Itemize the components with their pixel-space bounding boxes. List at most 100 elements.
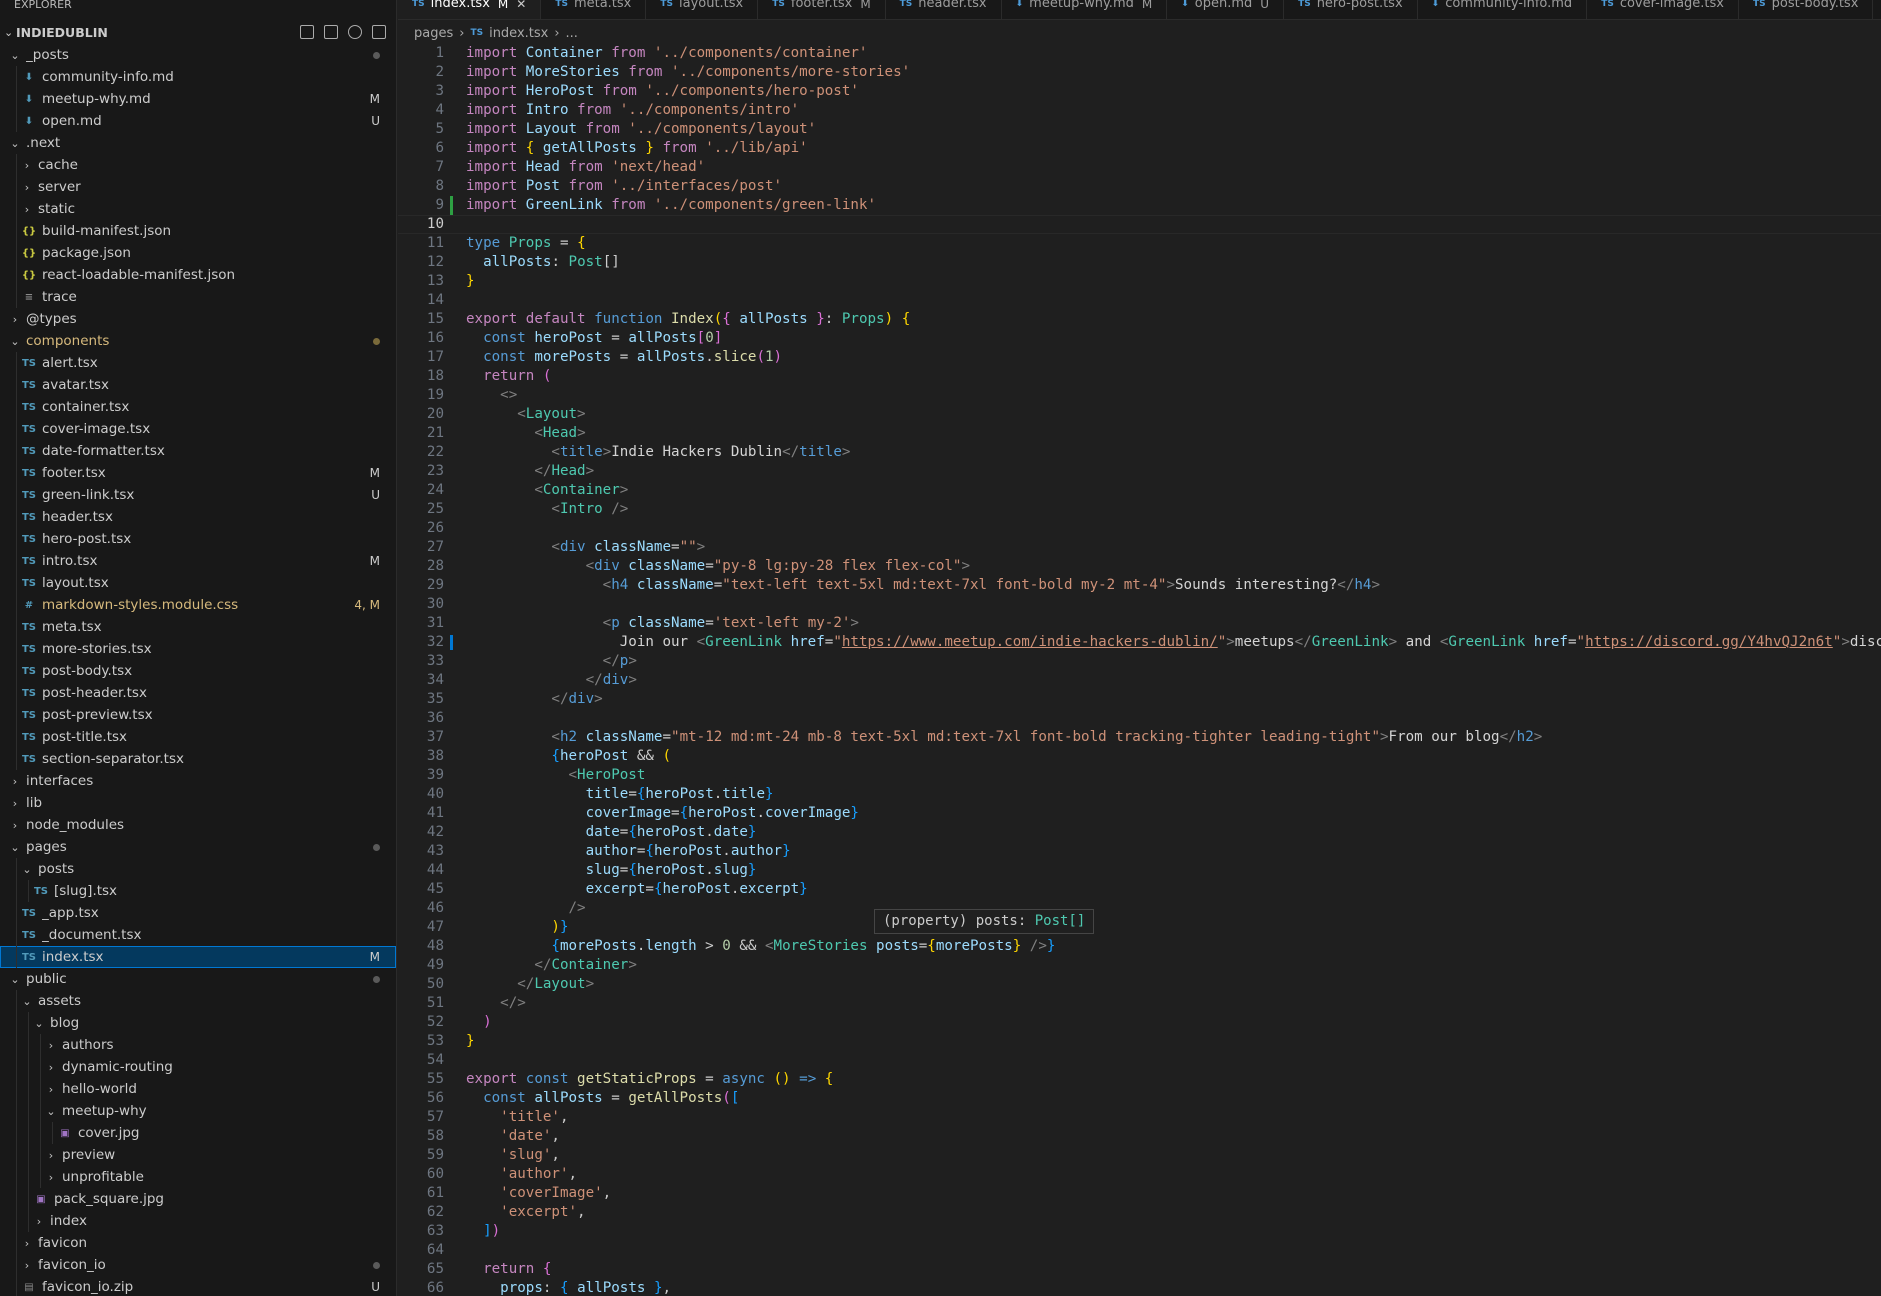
tab-hero-post-tsx[interactable]: TS hero-post.tsx — [1284, 0, 1418, 19]
tree-file[interactable]: TS post-header.tsx — [0, 682, 396, 704]
chevron-right-icon[interactable]: › — [44, 1039, 58, 1052]
tab-open-md[interactable]: ⬇ open.md U — [1167, 0, 1285, 19]
tree-file[interactable]: TS container.tsx — [0, 396, 396, 418]
code-line[interactable]: 52 ) — [398, 1013, 1881, 1032]
tree-file[interactable]: TS more-stories.tsx — [0, 638, 396, 660]
code-line[interactable]: 25 <Intro /> — [398, 500, 1881, 519]
code-line[interactable]: 60 'author', — [398, 1165, 1881, 1184]
tab-layout-tsx[interactable]: TS layout.tsx — [646, 0, 759, 19]
tree-folder[interactable]: › server — [0, 176, 396, 198]
code-line[interactable]: 17 const morePosts = allPosts.slice(1) — [398, 348, 1881, 367]
code-line[interactable]: 16 const heroPost = allPosts[0] — [398, 329, 1881, 348]
code-line[interactable]: 63 ]) — [398, 1222, 1881, 1241]
chevron-right-icon[interactable]: › — [44, 1083, 58, 1096]
code-line[interactable]: 38 {heroPost && ( — [398, 747, 1881, 766]
new-folder-icon[interactable] — [324, 25, 338, 39]
tree-folder[interactable]: › interfaces — [0, 770, 396, 792]
tree-file[interactable]: TS post-preview.tsx — [0, 704, 396, 726]
code-line[interactable]: 50 </Layout> — [398, 975, 1881, 994]
code-line[interactable]: 47 )} — [398, 918, 1881, 937]
tree-file[interactable]: {} package.json — [0, 242, 396, 264]
code-line[interactable]: 18 return ( — [398, 367, 1881, 386]
tree-file[interactable]: TS meta.tsx — [0, 616, 396, 638]
tree-folder[interactable]: ⌄ posts — [0, 858, 396, 880]
code-editor[interactable]: 1 import Container from '../components/co… — [398, 44, 1881, 1296]
tab-meta-tsx[interactable]: TS meta.tsx — [541, 0, 647, 19]
chevron-right-icon[interactable]: › — [32, 1215, 46, 1228]
code-line[interactable]: 11 type Props = { — [398, 234, 1881, 253]
code-line[interactable]: 5 import Layout from '../components/layou… — [398, 120, 1881, 139]
tree-file[interactable]: TS alert.tsx — [0, 352, 396, 374]
code-line[interactable]: 41 coverImage={heroPost.coverImage} — [398, 804, 1881, 823]
tree-file[interactable]: {} react-loadable-manifest.json — [0, 264, 396, 286]
code-line[interactable]: 15 export default function Index({ allPos… — [398, 310, 1881, 329]
tab-post-body-tsx[interactable]: TS post-body.tsx — [1739, 0, 1874, 19]
breadcrumb-more[interactable]: ... — [566, 26, 578, 41]
tree-file[interactable]: TS _app.tsx — [0, 902, 396, 924]
tree-file[interactable]: TS cover-image.tsx — [0, 418, 396, 440]
chevron-down-icon[interactable]: ⌄ — [8, 841, 22, 854]
code-line[interactable]: 48 {morePosts.length > 0 && <MoreStories… — [398, 937, 1881, 956]
project-section-header[interactable]: ⌄ INDIEDUBLIN — [0, 20, 396, 44]
refresh-icon[interactable] — [348, 25, 362, 39]
chevron-right-icon[interactable]: › — [20, 181, 34, 194]
tree-folder[interactable]: › dynamic-routing — [0, 1056, 396, 1078]
chevron-down-icon[interactable]: ⌄ — [20, 995, 34, 1008]
chevron-right-icon[interactable]: › — [44, 1149, 58, 1162]
tree-folder[interactable]: ⌄ pages — [0, 836, 396, 858]
collapse-all-icon[interactable] — [372, 25, 386, 39]
breadcrumb-folder[interactable]: pages — [414, 26, 453, 41]
chevron-down-icon[interactable]: ⌄ — [20, 863, 34, 876]
tree-folder[interactable]: › unprofitable — [0, 1166, 396, 1188]
code-line[interactable]: 66 props: { allPosts }, — [398, 1279, 1881, 1296]
code-line[interactable]: 12 allPosts: Post[] — [398, 253, 1881, 272]
code-line[interactable]: 32 Join our <GreenLink href="https://www… — [398, 633, 1881, 652]
tab-header-tsx[interactable]: TS header.tsx — [886, 0, 1002, 19]
tree-file[interactable]: ▤ favicon_io.zip U — [0, 1276, 396, 1296]
tree-file[interactable]: TS intro.tsx M — [0, 550, 396, 572]
tree-file[interactable]: ≡ trace — [0, 286, 396, 308]
tree-file[interactable]: TS _document.tsx — [0, 924, 396, 946]
code-line[interactable]: 45 excerpt={heroPost.excerpt} — [398, 880, 1881, 899]
code-line[interactable]: 26 — [398, 519, 1881, 538]
tree-folder[interactable]: › hello-world — [0, 1078, 396, 1100]
code-line[interactable]: 3 import HeroPost from '../components/her… — [398, 82, 1881, 101]
code-line[interactable]: 57 'title', — [398, 1108, 1881, 1127]
code-line[interactable]: 8 import Post from '../interfaces/post' — [398, 177, 1881, 196]
chevron-down-icon[interactable]: ⌄ — [8, 973, 22, 986]
code-line[interactable]: 65 return { — [398, 1260, 1881, 1279]
tree-file[interactable]: ▣ cover.jpg — [0, 1122, 396, 1144]
tree-folder[interactable]: › @types — [0, 308, 396, 330]
tree-folder[interactable]: › authors — [0, 1034, 396, 1056]
tree-file[interactable]: # markdown-styles.module.css 4, M — [0, 594, 396, 616]
tree-folder[interactable]: › lib — [0, 792, 396, 814]
tree-folder[interactable]: ⌄ meetup-why — [0, 1100, 396, 1122]
tab-community-info-md[interactable]: ⬇ community-info.md — [1418, 0, 1588, 19]
code-line[interactable]: 7 import Head from 'next/head' — [398, 158, 1881, 177]
code-line[interactable]: 53} — [398, 1032, 1881, 1051]
code-line[interactable]: 35 </div> — [398, 690, 1881, 709]
code-line[interactable]: 62 'excerpt', — [398, 1203, 1881, 1222]
tree-file[interactable]: TS index.tsx M — [0, 946, 396, 968]
new-file-icon[interactable] — [300, 25, 314, 39]
code-line[interactable]: 42 date={heroPost.date} — [398, 823, 1881, 842]
tab-footer-tsx[interactable]: TS footer.tsx M — [758, 0, 886, 19]
tree-folder[interactable]: › preview — [0, 1144, 396, 1166]
tree-folder[interactable]: ⌄ assets — [0, 990, 396, 1012]
code-line[interactable]: 54 — [398, 1051, 1881, 1070]
tree-file[interactable]: TS footer.tsx M — [0, 462, 396, 484]
code-line[interactable]: 27 <div className=""> — [398, 538, 1881, 557]
code-line[interactable]: 9 import GreenLink from '../components/gr… — [398, 196, 1881, 215]
code-line[interactable]: 23 </Head> — [398, 462, 1881, 481]
code-line[interactable]: 19 <> — [398, 386, 1881, 405]
tree-file[interactable]: ⬇ meetup-why.md M — [0, 88, 396, 110]
code-line[interactable]: 24 <Container> — [398, 481, 1881, 500]
code-line[interactable]: 13} — [398, 272, 1881, 291]
tree-file[interactable]: TS green-link.tsx U — [0, 484, 396, 506]
tree-folder[interactable]: › favicon_io — [0, 1254, 396, 1276]
code-line[interactable]: 14 — [398, 291, 1881, 310]
chevron-right-icon[interactable]: › — [20, 1259, 34, 1272]
tree-folder[interactable]: ⌄ .next — [0, 132, 396, 154]
tree-file[interactable]: TS section-separator.tsx — [0, 748, 396, 770]
tree-file[interactable]: ▣ pack_square.jpg — [0, 1188, 396, 1210]
